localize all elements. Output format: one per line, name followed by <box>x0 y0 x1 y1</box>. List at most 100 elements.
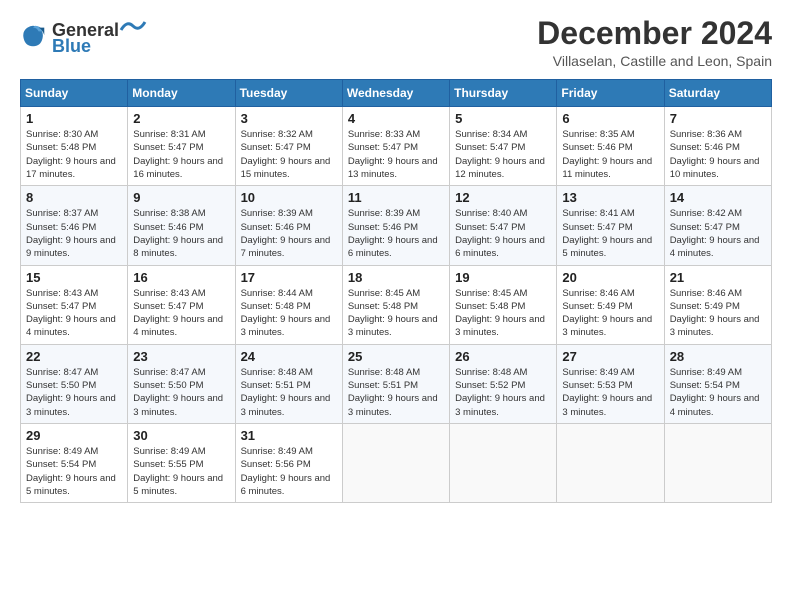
table-row: 15 Sunrise: 8:43 AMSunset: 5:47 PMDayligh… <box>21 265 128 344</box>
day-number: 22 <box>26 349 122 364</box>
day-number: 28 <box>670 349 766 364</box>
day-info: Sunrise: 8:39 AMSunset: 5:46 PMDaylight:… <box>241 207 337 260</box>
calendar-week-row: 8 Sunrise: 8:37 AMSunset: 5:46 PMDaylight… <box>21 186 772 265</box>
header-monday: Monday <box>128 80 235 107</box>
table-row: 21 Sunrise: 8:46 AMSunset: 5:49 PMDayligh… <box>664 265 771 344</box>
day-number: 31 <box>241 428 337 443</box>
header-wednesday: Wednesday <box>342 80 449 107</box>
table-row: 11 Sunrise: 8:39 AMSunset: 5:46 PMDayligh… <box>342 186 449 265</box>
table-row: 6 Sunrise: 8:35 AMSunset: 5:46 PMDaylight… <box>557 107 664 186</box>
table-row: 9 Sunrise: 8:38 AMSunset: 5:46 PMDaylight… <box>128 186 235 265</box>
table-row: 16 Sunrise: 8:43 AMSunset: 5:47 PMDayligh… <box>128 265 235 344</box>
day-number: 1 <box>26 111 122 126</box>
day-info: Sunrise: 8:43 AMSunset: 5:47 PMDaylight:… <box>26 287 122 340</box>
table-row: 17Sunrise: 8:44 AMSunset: 5:48 PMDayligh… <box>235 265 342 344</box>
day-number: 16 <box>133 270 229 285</box>
day-number: 11 <box>348 190 444 205</box>
day-info: Sunrise: 8:49 AMSunset: 5:56 PMDaylight:… <box>241 445 337 498</box>
table-row: 30 Sunrise: 8:49 AMSunset: 5:55 PMDayligh… <box>128 423 235 502</box>
day-info: Sunrise: 8:39 AMSunset: 5:46 PMDaylight:… <box>348 207 444 260</box>
day-number: 7 <box>670 111 766 126</box>
table-row: 7 Sunrise: 8:36 AMSunset: 5:46 PMDaylight… <box>664 107 771 186</box>
table-row: 5 Sunrise: 8:34 AMSunset: 5:47 PMDaylight… <box>450 107 557 186</box>
table-row: 10 Sunrise: 8:39 AMSunset: 5:46 PMDayligh… <box>235 186 342 265</box>
header-sunday: Sunday <box>21 80 128 107</box>
day-number: 21 <box>670 270 766 285</box>
day-info: Sunrise: 8:31 AMSunset: 5:47 PMDaylight:… <box>133 128 229 181</box>
day-info: Sunrise: 8:33 AMSunset: 5:47 PMDaylight:… <box>348 128 444 181</box>
logo-wave-icon <box>119 16 147 36</box>
day-info: Sunrise: 8:45 AMSunset: 5:48 PMDaylight:… <box>348 287 444 340</box>
table-row: 31 Sunrise: 8:49 AMSunset: 5:56 PMDayligh… <box>235 423 342 502</box>
day-number: 14 <box>670 190 766 205</box>
day-info: Sunrise: 8:49 AMSunset: 5:53 PMDaylight:… <box>562 366 658 419</box>
day-info: Sunrise: 8:46 AMSunset: 5:49 PMDaylight:… <box>670 287 766 340</box>
table-row: 1 Sunrise: 8:30 AMSunset: 5:48 PMDaylight… <box>21 107 128 186</box>
day-info: Sunrise: 8:48 AMSunset: 5:51 PMDaylight:… <box>348 366 444 419</box>
day-number: 10 <box>241 190 337 205</box>
table-row: 23 Sunrise: 8:47 AMSunset: 5:50 PMDayligh… <box>128 344 235 423</box>
calendar-week-row: 29Sunrise: 8:49 AMSunset: 5:54 PMDayligh… <box>21 423 772 502</box>
day-number: 25 <box>348 349 444 364</box>
table-row: 18 Sunrise: 8:45 AMSunset: 5:48 PMDayligh… <box>342 265 449 344</box>
day-number: 13 <box>562 190 658 205</box>
day-number: 9 <box>133 190 229 205</box>
day-number: 12 <box>455 190 551 205</box>
table-row: 14 Sunrise: 8:42 AMSunset: 5:47 PMDayligh… <box>664 186 771 265</box>
day-number: 8 <box>26 190 122 205</box>
day-number: 3 <box>241 111 337 126</box>
table-row: 27 Sunrise: 8:49 AMSunset: 5:53 PMDayligh… <box>557 344 664 423</box>
table-row <box>342 423 449 502</box>
day-info: Sunrise: 8:32 AMSunset: 5:47 PMDaylight:… <box>241 128 337 181</box>
table-row: 19 Sunrise: 8:45 AMSunset: 5:48 PMDayligh… <box>450 265 557 344</box>
table-row: 4Sunrise: 8:33 AMSunset: 5:47 PMDaylight… <box>342 107 449 186</box>
day-info: Sunrise: 8:48 AMSunset: 5:51 PMDaylight:… <box>241 366 337 419</box>
day-number: 26 <box>455 349 551 364</box>
day-number: 18 <box>348 270 444 285</box>
day-number: 30 <box>133 428 229 443</box>
day-info: Sunrise: 8:47 AMSunset: 5:50 PMDaylight:… <box>133 366 229 419</box>
table-row: 3 Sunrise: 8:32 AMSunset: 5:47 PMDaylight… <box>235 107 342 186</box>
logo-text: General Blue <box>52 16 147 57</box>
logo: General Blue <box>20 16 147 57</box>
table-row: 2 Sunrise: 8:31 AMSunset: 5:47 PMDaylight… <box>128 107 235 186</box>
day-number: 27 <box>562 349 658 364</box>
day-number: 2 <box>133 111 229 126</box>
day-info: Sunrise: 8:35 AMSunset: 5:46 PMDaylight:… <box>562 128 658 181</box>
day-number: 17 <box>241 270 337 285</box>
day-info: Sunrise: 8:36 AMSunset: 5:46 PMDaylight:… <box>670 128 766 181</box>
table-row: 25 Sunrise: 8:48 AMSunset: 5:51 PMDayligh… <box>342 344 449 423</box>
day-info: Sunrise: 8:37 AMSunset: 5:46 PMDaylight:… <box>26 207 122 260</box>
location-subtitle: Villaselan, Castille and Leon, Spain <box>537 53 772 69</box>
table-row <box>557 423 664 502</box>
table-row: 12Sunrise: 8:40 AMSunset: 5:47 PMDayligh… <box>450 186 557 265</box>
day-number: 5 <box>455 111 551 126</box>
table-row: 20Sunrise: 8:46 AMSunset: 5:49 PMDayligh… <box>557 265 664 344</box>
calendar-week-row: 15 Sunrise: 8:43 AMSunset: 5:47 PMDayligh… <box>21 265 772 344</box>
table-row: 13Sunrise: 8:41 AMSunset: 5:47 PMDayligh… <box>557 186 664 265</box>
day-info: Sunrise: 8:34 AMSunset: 5:47 PMDaylight:… <box>455 128 551 181</box>
table-row <box>450 423 557 502</box>
day-info: Sunrise: 8:30 AMSunset: 5:48 PMDaylight:… <box>26 128 122 181</box>
table-row: 28Sunrise: 8:49 AMSunset: 5:54 PMDayligh… <box>664 344 771 423</box>
day-number: 6 <box>562 111 658 126</box>
month-title: December 2024 <box>537 16 772 51</box>
table-row: 26 Sunrise: 8:48 AMSunset: 5:52 PMDayligh… <box>450 344 557 423</box>
table-row: 29Sunrise: 8:49 AMSunset: 5:54 PMDayligh… <box>21 423 128 502</box>
day-info: Sunrise: 8:38 AMSunset: 5:46 PMDaylight:… <box>133 207 229 260</box>
day-info: Sunrise: 8:43 AMSunset: 5:47 PMDaylight:… <box>133 287 229 340</box>
table-row: 24Sunrise: 8:48 AMSunset: 5:51 PMDayligh… <box>235 344 342 423</box>
header-thursday: Thursday <box>450 80 557 107</box>
day-info: Sunrise: 8:49 AMSunset: 5:55 PMDaylight:… <box>133 445 229 498</box>
day-number: 15 <box>26 270 122 285</box>
day-number: 19 <box>455 270 551 285</box>
logo-icon <box>20 22 48 50</box>
day-info: Sunrise: 8:42 AMSunset: 5:47 PMDaylight:… <box>670 207 766 260</box>
day-number: 29 <box>26 428 122 443</box>
header: General Blue December 2024 Villaselan, C… <box>20 16 772 69</box>
day-number: 23 <box>133 349 229 364</box>
day-info: Sunrise: 8:45 AMSunset: 5:48 PMDaylight:… <box>455 287 551 340</box>
day-info: Sunrise: 8:48 AMSunset: 5:52 PMDaylight:… <box>455 366 551 419</box>
weekday-header-row: Sunday Monday Tuesday Wednesday Thursday… <box>21 80 772 107</box>
calendar-table: Sunday Monday Tuesday Wednesday Thursday… <box>20 79 772 503</box>
